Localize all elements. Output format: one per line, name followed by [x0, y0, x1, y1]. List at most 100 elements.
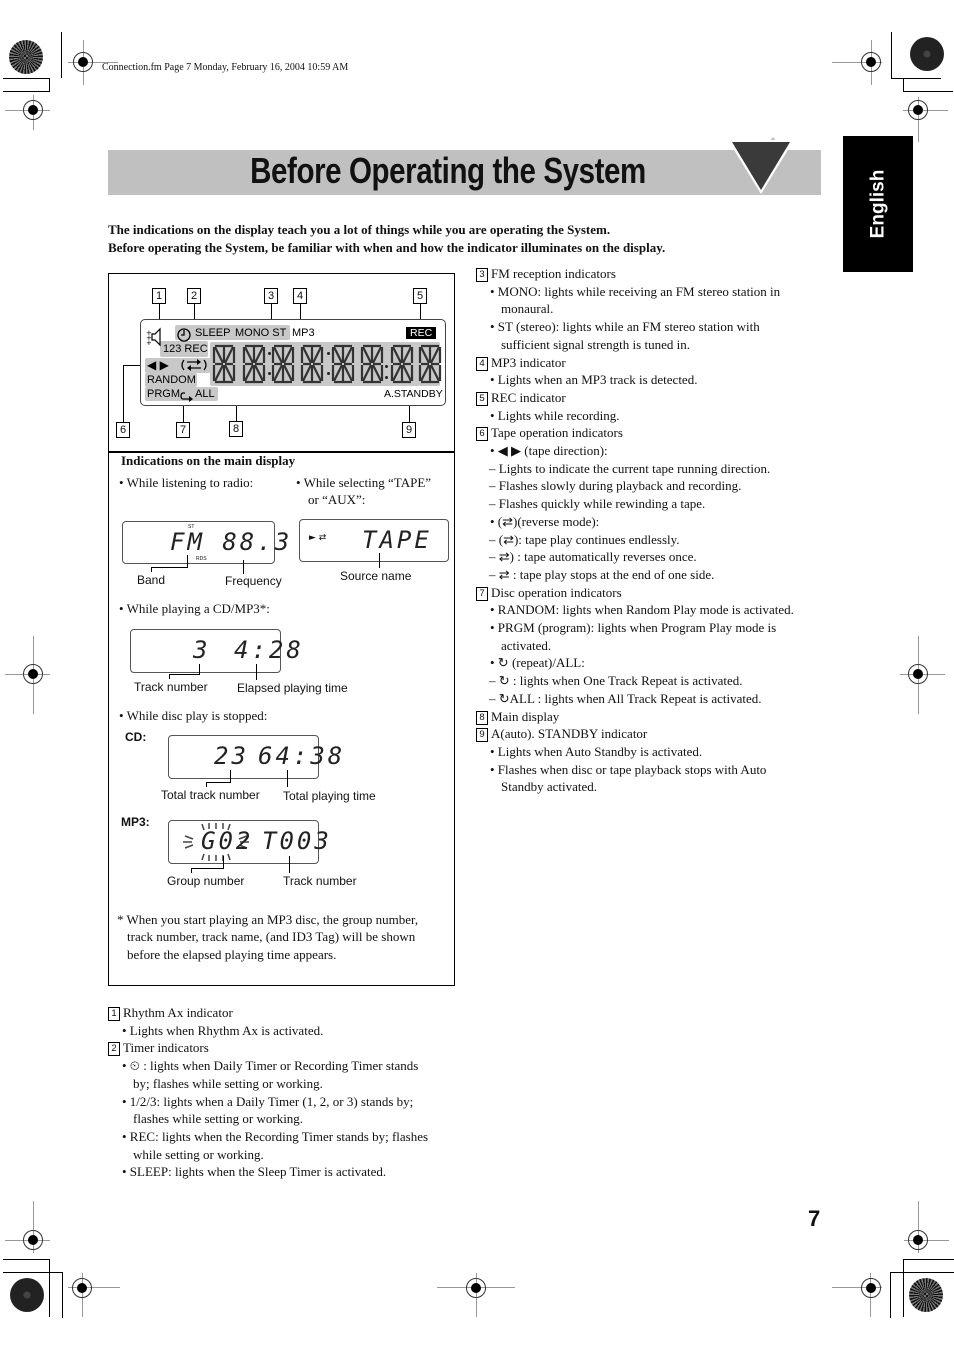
- list-item: • REC: lights when the Recording Timer s…: [108, 1128, 428, 1146]
- callout-7: 7: [176, 422, 190, 438]
- page-title: Before Operating the System: [250, 150, 646, 191]
- callout-number-badge: 7: [476, 586, 488, 601]
- list-item-text: • RANDOM: lights when Random Play mode i…: [490, 602, 794, 618]
- rds-mini-indicator: RDS: [196, 556, 207, 562]
- tape-bullet-line2: or “AUX”:: [308, 492, 366, 507]
- list-item-text: • Lights while recording.: [490, 407, 620, 423]
- list-item: • (⇄)(reverse mode):: [476, 513, 794, 531]
- caption-leader: [191, 868, 224, 869]
- registration-target-icon: [466, 1278, 486, 1298]
- list-heading: 8 Main display: [476, 708, 794, 726]
- list-item: • SLEEP: lights when the Sleep Timer is …: [108, 1163, 428, 1181]
- list-item-text: • SLEEP: lights when the Sleep Timer is …: [122, 1164, 387, 1180]
- list-item-text: • 1/2/3: lights when a Daily Timer (1, 2…: [122, 1093, 414, 1109]
- intro-text: The indications on the display teach you…: [108, 221, 828, 257]
- registration-target-icon: [908, 664, 928, 684]
- mono-st-indicator: MONO ST: [235, 327, 287, 339]
- segment-digit: [360, 344, 384, 384]
- callout-number-badge: 9: [476, 728, 488, 743]
- list-item: – Flashes slowly during playback and rec…: [476, 477, 794, 495]
- crop-mark: [903, 91, 953, 92]
- colon-dot: [268, 372, 271, 375]
- caption-leader: [169, 674, 170, 679]
- indicator-list-right: 3 FM reception indicators • MONO: lights w…: [476, 265, 794, 796]
- crop-mark: [903, 1259, 904, 1317]
- crop-mark: [890, 1272, 891, 1318]
- segment-digit: [331, 344, 355, 384]
- list-item: • Lights when an MP3 track is detected.: [476, 371, 794, 389]
- crop-mark: [62, 1272, 63, 1318]
- registration-target-icon: [72, 1278, 92, 1298]
- callout-3: 3: [264, 288, 278, 304]
- caption-leader: [191, 868, 192, 873]
- list-item-text: Disc operation indicators: [491, 584, 622, 600]
- crop-mark: [49, 78, 50, 92]
- list-item-text: activated.: [501, 637, 552, 653]
- list-item: • ↻ (repeat)/ALL:: [476, 654, 794, 672]
- list-item-text: Main display: [491, 708, 560, 724]
- track-number-caption: Track number: [134, 680, 208, 694]
- radio-readout: FM 88.3: [170, 528, 293, 556]
- list-item-text: monaural.: [501, 301, 554, 317]
- cd-time-readout: 4:28: [234, 636, 304, 664]
- file-info-header: Connection.fm Page 7 Monday, February 16…: [102, 62, 349, 73]
- frequency-caption: Frequency: [225, 574, 282, 588]
- band-caption: Band: [137, 573, 166, 587]
- mp3-label: MP3:: [121, 815, 150, 829]
- colon-dot: [327, 352, 330, 355]
- crop-mark: [891, 32, 892, 78]
- stopped-bullet: • While disc play is stopped:: [119, 708, 268, 723]
- list-heading: 4 MP3 indicator: [476, 354, 794, 372]
- caption-leader: [289, 856, 290, 873]
- timer-clock-icon: [176, 326, 192, 342]
- colon-dot: [385, 365, 388, 368]
- list-item-text: • (⇄)(reverse mode):: [490, 513, 600, 529]
- radio-bullet: • While listening to radio:: [119, 475, 254, 490]
- a-standby-indicator: A.STANDBY: [384, 388, 443, 400]
- callout-number-badge: 1: [108, 1007, 120, 1021]
- list-item-text: – ⇄ : tape play stops at the end of one …: [489, 566, 715, 582]
- list-item-text: while setting or working.: [133, 1146, 264, 1162]
- callout-8: 8: [229, 421, 243, 437]
- callout-6: 6: [116, 422, 130, 438]
- registration-target-icon: [73, 52, 93, 72]
- list-item: – (⇄): tape play continues endlessly.: [476, 531, 794, 549]
- registration-target-icon: [908, 1230, 928, 1250]
- crop-mark: [903, 1259, 954, 1260]
- list-item-text: – ↻ : lights when One Track Repeat is ac…: [489, 673, 743, 689]
- all-indicator: ALL: [195, 388, 215, 400]
- list-item-text: • ↻ (repeat)/ALL:: [490, 655, 585, 671]
- prgm-indicator: PRGM: [147, 388, 180, 400]
- mp3-group-readout: G02: [201, 827, 254, 855]
- list-heading: 2 Timer indicators: [108, 1039, 428, 1057]
- list-item: • Lights when Rhythm Ax is activated.: [108, 1022, 428, 1040]
- list-item-text: • Lights when an MP3 track is detected.: [490, 372, 698, 388]
- list-item-text: • Lights when Auto Standby is activated.: [490, 743, 703, 759]
- cd-track-readout: 3: [193, 636, 211, 664]
- indicator-list-left: 1 Rhythm Ax indicator • Lights when Rhythm…: [108, 1004, 428, 1181]
- registration-target-icon: [908, 100, 928, 120]
- rec-indicator: REC: [406, 327, 437, 339]
- list-heading: 9 A(auto). STANDBY indicator: [476, 725, 794, 743]
- caption-leader: [223, 856, 224, 868]
- caption-leader: [151, 567, 188, 568]
- elapsed-time-caption: Elapsed playing time: [237, 681, 348, 695]
- segment-digit: [242, 344, 266, 384]
- caption-leader: [230, 770, 231, 782]
- list-item: sufficient signal strength is tuned in.: [476, 336, 794, 354]
- caption-leader: [256, 664, 257, 680]
- caption-leader: [243, 560, 244, 574]
- colon-dot: [385, 376, 388, 379]
- callout-number-badge: 2: [108, 1042, 120, 1057]
- callout-leader: [123, 365, 124, 422]
- color-registration-disc-icon: [10, 1278, 44, 1312]
- caption-leader: [151, 567, 152, 572]
- registration-target-icon: [861, 1278, 881, 1298]
- footnote-line: * When you start playing an MP3 disc, th…: [117, 912, 419, 927]
- cd-play-bullet: • While playing a CD/MP3*:: [119, 601, 270, 616]
- registration-target-icon: [23, 1230, 43, 1250]
- crop-mark: [903, 78, 904, 92]
- list-item: • ⏲ : lights when Daily Timer or Recordi…: [108, 1057, 428, 1075]
- callout-4: 4: [293, 288, 307, 304]
- segment-digit: [212, 344, 236, 384]
